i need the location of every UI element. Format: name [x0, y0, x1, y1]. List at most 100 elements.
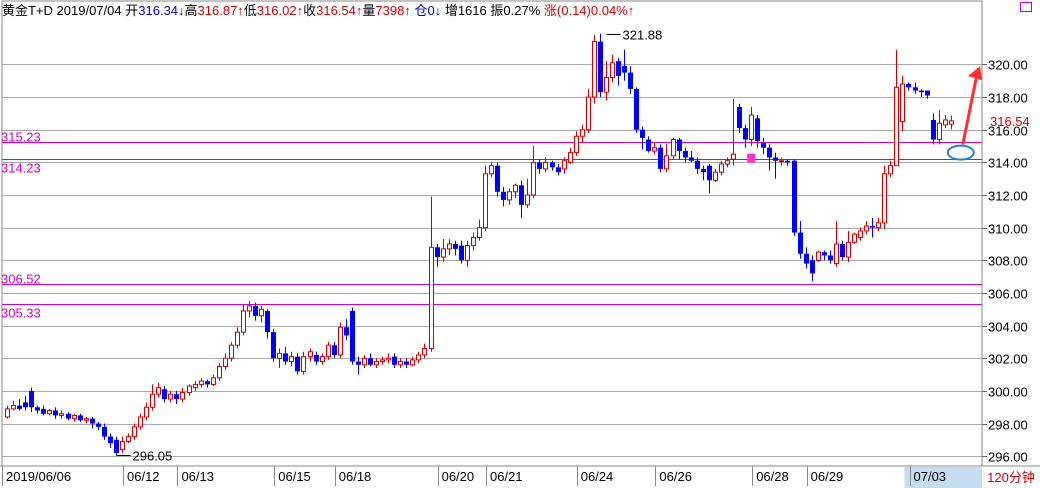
candle-body-down — [870, 226, 875, 228]
candle-body-up — [144, 406, 149, 418]
candle-body-down — [271, 332, 276, 359]
candle-body-up — [852, 233, 857, 243]
candle-body-up — [471, 236, 476, 247]
candle-body-down — [925, 90, 930, 96]
candle-body-down — [295, 356, 300, 372]
candle-body-down — [53, 410, 58, 416]
candle-body-down — [453, 244, 458, 249]
candle-body-up — [858, 230, 863, 238]
candle-body-down — [23, 402, 28, 408]
y-tick-label: 300.00 — [988, 385, 1028, 400]
candle-body-up — [441, 248, 446, 258]
candle-body-down — [96, 423, 101, 427]
candle-body-up — [126, 436, 131, 443]
crossing-marker — [747, 153, 756, 163]
candle-body-up — [338, 326, 343, 356]
candle-body-up — [719, 163, 724, 173]
candle-body-up — [138, 416, 143, 428]
candle-body-down — [108, 436, 113, 444]
y-tick-label: 318.00 — [988, 91, 1028, 106]
candle-body-up — [301, 356, 306, 372]
candle-body-up — [713, 171, 718, 181]
candle-body-down — [550, 162, 555, 168]
date-label: 2019/06/06 — [6, 469, 71, 484]
candle-body-up — [652, 147, 657, 152]
candle-body-down — [435, 247, 440, 258]
candle-body-down — [501, 191, 506, 200]
extreme-label: 321.88 — [623, 28, 663, 43]
candle-body-down — [265, 310, 270, 333]
candle-body-down — [931, 119, 936, 140]
candle-body-down — [556, 167, 561, 173]
date-label: 06/18 — [339, 469, 372, 484]
candle-body-down — [798, 232, 803, 254]
candle-body-up — [543, 161, 548, 170]
candle-body-up — [507, 191, 512, 201]
candle-body-up — [513, 184, 518, 193]
candle-body-down — [356, 361, 361, 365]
candle-body-up — [888, 165, 893, 175]
candle-body-up — [749, 114, 754, 141]
date-label: 07/03 — [914, 469, 947, 484]
candle-body-up — [779, 160, 784, 163]
candle-body-up — [465, 245, 470, 261]
highlight-ellipse — [946, 144, 975, 161]
candle-body-down — [616, 61, 621, 76]
candle-body-down — [495, 165, 500, 192]
candle-body-down — [773, 157, 778, 161]
candle-body-up — [289, 356, 294, 363]
candle-body-up — [574, 135, 579, 154]
y-tick-label: 310.00 — [988, 222, 1028, 237]
candle-body-down — [634, 88, 639, 130]
candlestick-chart[interactable]: 296.00 298.00 300.00 302.00 304.00 306.00 308.… — [0, 0, 1040, 488]
candle-body-up — [156, 387, 161, 395]
candle-body-up — [277, 352, 282, 359]
candle-body-down — [646, 139, 651, 151]
candle-body-up — [531, 161, 536, 196]
candle-body-up — [320, 356, 325, 363]
candle-body-down — [344, 327, 349, 336]
candle-body-down — [253, 306, 258, 316]
candle-body-up — [671, 139, 676, 157]
y-tick-label: 298.00 — [988, 418, 1028, 433]
period-label[interactable]: 120分钟 — [982, 468, 1040, 488]
candle-body-up — [150, 393, 155, 408]
candle-body-down — [622, 66, 627, 73]
candle-body-up — [217, 365, 222, 379]
candle-body-up — [235, 331, 240, 346]
candle-body-down — [689, 157, 694, 161]
candle-body-up — [11, 405, 16, 410]
candle-body-down — [368, 358, 373, 365]
date-label: 06/20 — [442, 469, 475, 484]
candle-body-up — [259, 308, 264, 317]
candle-body-up — [894, 86, 899, 167]
candle-body-down — [404, 361, 409, 365]
candle-body-up — [223, 357, 228, 367]
candle-body-down — [537, 162, 542, 169]
candle-body-down — [350, 310, 355, 362]
candle-body-up — [120, 441, 125, 451]
date-label: 06/21 — [490, 469, 523, 484]
candle-body-down — [78, 415, 83, 421]
candle-body-up — [664, 155, 669, 170]
candle-body-down — [677, 139, 682, 151]
candle-body-down — [66, 413, 71, 419]
current-price-label: 316.54 — [990, 114, 1030, 129]
window-toggle-icon[interactable] — [1020, 2, 1032, 12]
candle-body-up — [84, 418, 89, 421]
candle-body-up — [410, 359, 415, 366]
candle-body-up — [187, 385, 192, 394]
candle-body-up — [489, 165, 494, 175]
candle-body-up — [447, 243, 452, 250]
candle-body-down — [102, 426, 107, 437]
candle-body-up — [731, 153, 736, 160]
candle-body-up — [5, 408, 10, 418]
candle-body-up — [525, 194, 530, 206]
candle-body-up — [380, 359, 385, 363]
date-label: 06/29 — [811, 469, 844, 484]
candle-body-up — [193, 383, 198, 389]
candle-body-down — [41, 408, 46, 414]
plot-frame — [1, 0, 983, 467]
candle-body-down — [90, 418, 95, 424]
candle-body-up — [308, 351, 313, 358]
